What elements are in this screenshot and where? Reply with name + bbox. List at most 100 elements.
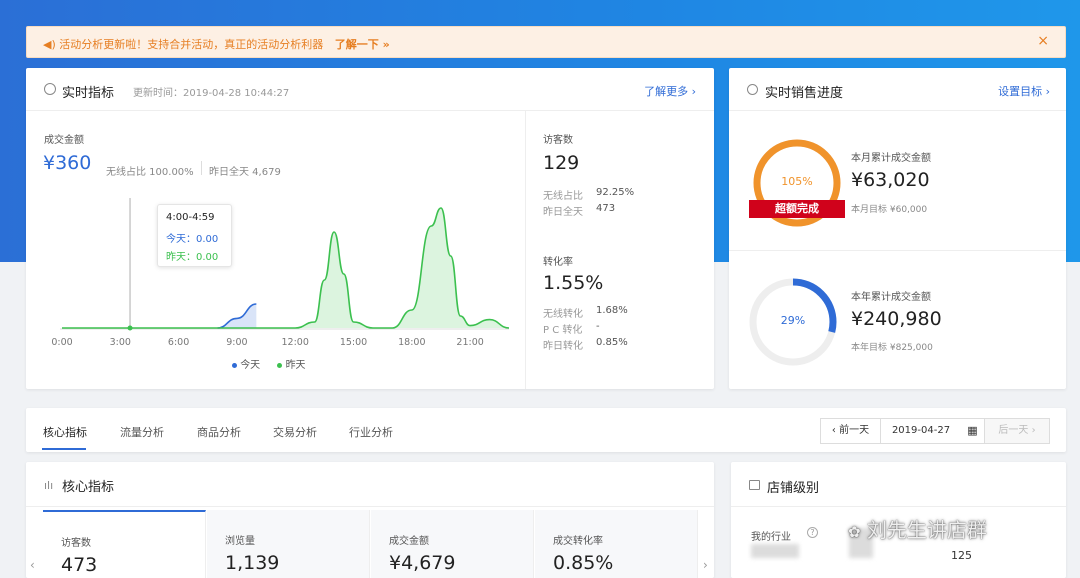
- visitors-row1-label: 无线占比: [543, 191, 583, 202]
- wireless-ratio: 无线占比 100.00%: [106, 167, 194, 178]
- realtime-title: 实时指标: [62, 86, 115, 101]
- realtime-column-divider: [525, 111, 526, 389]
- kpi-pageviews[interactable]: 浏览量 1,139: [207, 510, 370, 578]
- kpi-label: 浏览量: [225, 536, 255, 547]
- visitors-value: 129: [543, 152, 580, 174]
- tab-trade[interactable]: 交易分析: [273, 424, 317, 440]
- learn-more-link[interactable]: 了解更多 ›: [644, 83, 696, 99]
- sales-progress-title: 实时销售进度: [765, 86, 844, 101]
- year-percent: 29%: [780, 314, 806, 327]
- stat-divider: [201, 161, 202, 175]
- clock-icon: [44, 83, 56, 95]
- gmv-value: ¥360: [43, 152, 92, 174]
- month-percent: 105%: [781, 175, 813, 188]
- blurred-industry: [751, 544, 799, 558]
- calendar-icon[interactable]: ▦: [961, 419, 985, 443]
- sales-progress-card: 实时销售进度 设置目标 › 105% 超额完成 本月累计成交金额 ¥63,020…: [729, 68, 1066, 389]
- kpi-label: 访客数: [61, 538, 91, 549]
- active-tab-indicator: [42, 448, 86, 450]
- realtime-chart: 0:00 3:00 6:00 9:00 12:00 15:00 18:00 21:00: [51, 198, 510, 348]
- month-label: 本月累计成交金额: [851, 153, 931, 164]
- conversion-label: 转化率: [543, 257, 573, 268]
- target-icon: [747, 84, 758, 95]
- kpi-value: 0.85%: [553, 552, 614, 574]
- tab-product[interactable]: 商品分析: [197, 424, 241, 440]
- core-metrics-title: 核心指标: [62, 480, 115, 495]
- close-icon[interactable]: ×: [1037, 33, 1049, 49]
- tooltip-yesterday: 昨天：0.00: [166, 252, 219, 263]
- store-icon: [749, 480, 760, 490]
- realtime-header-divider: [26, 110, 714, 111]
- prev-day-button[interactable]: ‹ 前一天: [821, 419, 881, 443]
- kpi-gmv[interactable]: 成交金额 ¥4,679: [371, 510, 534, 578]
- x-tick-label: 21:00: [456, 337, 483, 348]
- tab-core[interactable]: 核心指标: [43, 424, 87, 440]
- visitors-row1-value: 92.25%: [596, 187, 635, 198]
- tab-traffic[interactable]: 流量分析: [120, 424, 164, 440]
- date-field[interactable]: 2019-04-27: [881, 419, 961, 443]
- hover-point: [127, 325, 133, 331]
- industry-label: 我的行业: [751, 532, 791, 543]
- legend-yesterday[interactable]: 昨天: [286, 360, 306, 371]
- series-area-yesterday: [62, 208, 509, 328]
- core-left-arrow[interactable]: ‹: [30, 558, 35, 572]
- chart-tooltip: 4:00-4:59 今天：0.00 昨天：0.00: [157, 204, 232, 267]
- analysis-tab-bar: 核心指标 流量分析 商品分析 交易分析 行业分析 ‹ 前一天 2019-04-2…: [26, 408, 1066, 452]
- next-day-button[interactable]: 后一天 ›: [985, 419, 1049, 443]
- visitors-row2-value: 473: [596, 203, 616, 214]
- kpi-value: ¥4,679: [389, 552, 456, 574]
- notice-bar: ◀) 活动分析更新啦！支持合并活动，真正的活动分析利器 了解一下 » ×: [26, 26, 1066, 58]
- conversion-row2-label: P C 转化: [543, 325, 583, 336]
- speaker-icon: ◀): [43, 38, 56, 51]
- wechat-icon: ✿: [848, 523, 861, 541]
- month-ribbon: 超额完成: [749, 200, 845, 218]
- month-target: 本月目标 ¥60,000: [851, 205, 928, 215]
- store-level-value: 125: [951, 549, 972, 562]
- x-tick-label: 9:00: [226, 337, 247, 348]
- date-navigator: ‹ 前一天 2019-04-27 ▦ 后一天 ›: [820, 418, 1050, 444]
- notice-text-wrap: ◀) 活动分析更新啦！支持合并活动，真正的活动分析利器 了解一下 »: [43, 36, 390, 52]
- legend-dot-today: [232, 362, 237, 368]
- help-icon[interactable]: ?: [807, 527, 818, 538]
- chart-legend: 今天 昨天: [232, 356, 306, 371]
- year-label: 本年累计成交金额: [851, 292, 931, 303]
- notice-more-link[interactable]: 了解一下 »: [335, 38, 390, 51]
- core-header-divider: [26, 506, 714, 507]
- kpi-value: 473: [61, 554, 98, 576]
- kpi-label: 成交转化率: [553, 536, 603, 547]
- x-tick-label: 12:00: [282, 337, 309, 348]
- conversion-row2-value: -: [596, 321, 600, 332]
- conversion-row3-value: 0.85%: [596, 337, 628, 348]
- x-tick-label: 0:00: [51, 337, 72, 348]
- conversion-row1-label: 无线转化: [543, 309, 583, 320]
- core-right-arrow[interactable]: ›: [703, 558, 708, 572]
- watermark-text: 刘先生讲店群: [866, 518, 987, 542]
- legend-today[interactable]: 今天: [240, 360, 260, 371]
- kpi-conversion[interactable]: 成交转化率 0.85%: [535, 510, 698, 578]
- visitors-row2-label: 昨日全天: [543, 207, 583, 218]
- x-tick-label: 6:00: [168, 337, 189, 348]
- legend-dot-yesterday: [277, 362, 283, 368]
- sales-header-divider: [729, 110, 1066, 111]
- kpi-visitors[interactable]: 访客数 473: [43, 510, 206, 578]
- update-time: 更新时间：2019-04-28 10:44:27: [133, 88, 290, 99]
- conversion-value: 1.55%: [543, 272, 604, 294]
- store-header-divider: [731, 506, 1066, 507]
- month-value: ¥63,020: [851, 169, 930, 191]
- tab-industry[interactable]: 行业分析: [349, 424, 393, 440]
- watermark: ✿ 刘先生讲店群: [848, 514, 987, 543]
- core-metrics-card: ılı 核心指标 ‹ 访客数 473 浏览量 1,139 成交金额 ¥4,679…: [26, 462, 714, 578]
- x-tick-label: 3:00: [110, 337, 131, 348]
- bar-chart-icon: ılı: [44, 479, 54, 492]
- store-level-title: 店铺级别: [767, 481, 820, 496]
- realtime-card: 实时指标 更新时间：2019-04-28 10:44:27 了解更多 › 成交金…: [26, 68, 714, 389]
- tooltip-time: 4:00-4:59: [166, 212, 215, 223]
- year-value: ¥240,980: [851, 308, 942, 330]
- kpi-value: 1,139: [225, 552, 280, 574]
- visitors-label: 访客数: [543, 135, 573, 146]
- set-target-link[interactable]: 设置目标 ›: [998, 83, 1050, 99]
- x-tick-label: 18:00: [398, 337, 425, 348]
- notice-text: 活动分析更新啦！支持合并活动，真正的活动分析利器: [59, 38, 324, 51]
- year-target: 本年目标 ¥825,000: [851, 343, 933, 353]
- conversion-row1-value: 1.68%: [596, 305, 628, 316]
